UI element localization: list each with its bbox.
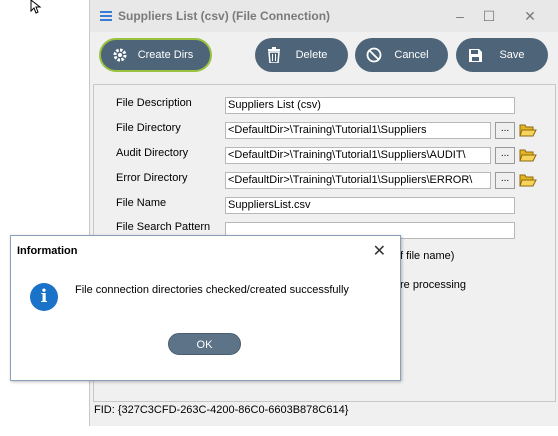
delete-button[interactable]: Delete — [255, 38, 348, 72]
info-icon: i — [30, 283, 58, 311]
mouse-cursor-icon — [30, 0, 42, 14]
file-search-pattern-label: File Search Pattern — [116, 221, 211, 233]
dialog-message: File connection directories checked/crea… — [75, 284, 349, 296]
file-name-label: File Name — [116, 197, 167, 209]
dialog-title: Information — [17, 245, 78, 257]
error-directory-input[interactable]: <DefaultDir>\Training\Tutorial1\Supplier… — [225, 172, 491, 189]
dialog-titlebar: Information ✕ — [11, 236, 400, 266]
cancel-button[interactable]: Cancel — [355, 38, 448, 72]
trash-icon — [265, 46, 283, 64]
cancel-label: Cancel — [394, 49, 429, 61]
error-directory-label: Error Directory — [116, 172, 188, 184]
fid-label: FID: {327C3CFD-263C-4200-86C0-6603B878C6… — [94, 404, 349, 416]
audit-directory-browse-button[interactable]: ... — [495, 147, 515, 164]
audit-directory-label: Audit Directory — [116, 147, 189, 159]
open-folder-icon[interactable] — [519, 172, 537, 188]
file-directory-browse-button[interactable]: ... — [495, 122, 515, 139]
file-description-input[interactable]: Suppliers List (csv) — [225, 97, 515, 114]
create-dirs-button[interactable]: Create Dirs — [99, 38, 212, 72]
maximize-button[interactable]: ☐ — [479, 6, 499, 26]
floppy-disk-icon — [466, 46, 484, 64]
file-directory-input[interactable]: <DefaultDir>\Training\Tutorial1\Supplier… — [225, 122, 491, 139]
window-title: Suppliers List (csv) (File Connection) — [118, 9, 331, 23]
create-dirs-label: Create Dirs — [137, 49, 194, 61]
open-folder-icon[interactable] — [519, 122, 537, 138]
delete-label: Delete — [295, 49, 328, 61]
save-label: Save — [499, 49, 525, 61]
cancel-icon — [365, 46, 383, 64]
window-titlebar: Suppliers List (csv) (File Connection) –… — [90, 0, 558, 32]
dialog-close-button[interactable]: ✕ — [373, 241, 386, 261]
gear-icon — [111, 46, 129, 64]
file-directory-label: File Directory — [116, 122, 181, 134]
file-description-label: File Description — [116, 97, 192, 109]
partial-option-text: re processing — [400, 279, 467, 291]
save-button[interactable]: Save — [456, 38, 548, 72]
file-name-input[interactable]: SuppliersList.csv — [225, 197, 515, 214]
audit-directory-input[interactable]: <DefaultDir>\Training\Tutorial1\Supplier… — [225, 147, 491, 164]
partial-option-text: f file name) — [400, 250, 455, 262]
app-icon — [100, 11, 112, 21]
dialog-body: i File connection directories checked/cr… — [11, 266, 400, 380]
ok-button[interactable]: OK — [168, 333, 241, 355]
open-folder-icon[interactable] — [519, 147, 537, 163]
information-dialog: Information ✕ i File connection director… — [10, 235, 401, 381]
error-directory-browse-button[interactable]: ... — [495, 172, 515, 189]
minimize-button[interactable]: – — [450, 6, 470, 26]
close-window-button[interactable]: ✕ — [520, 6, 540, 26]
